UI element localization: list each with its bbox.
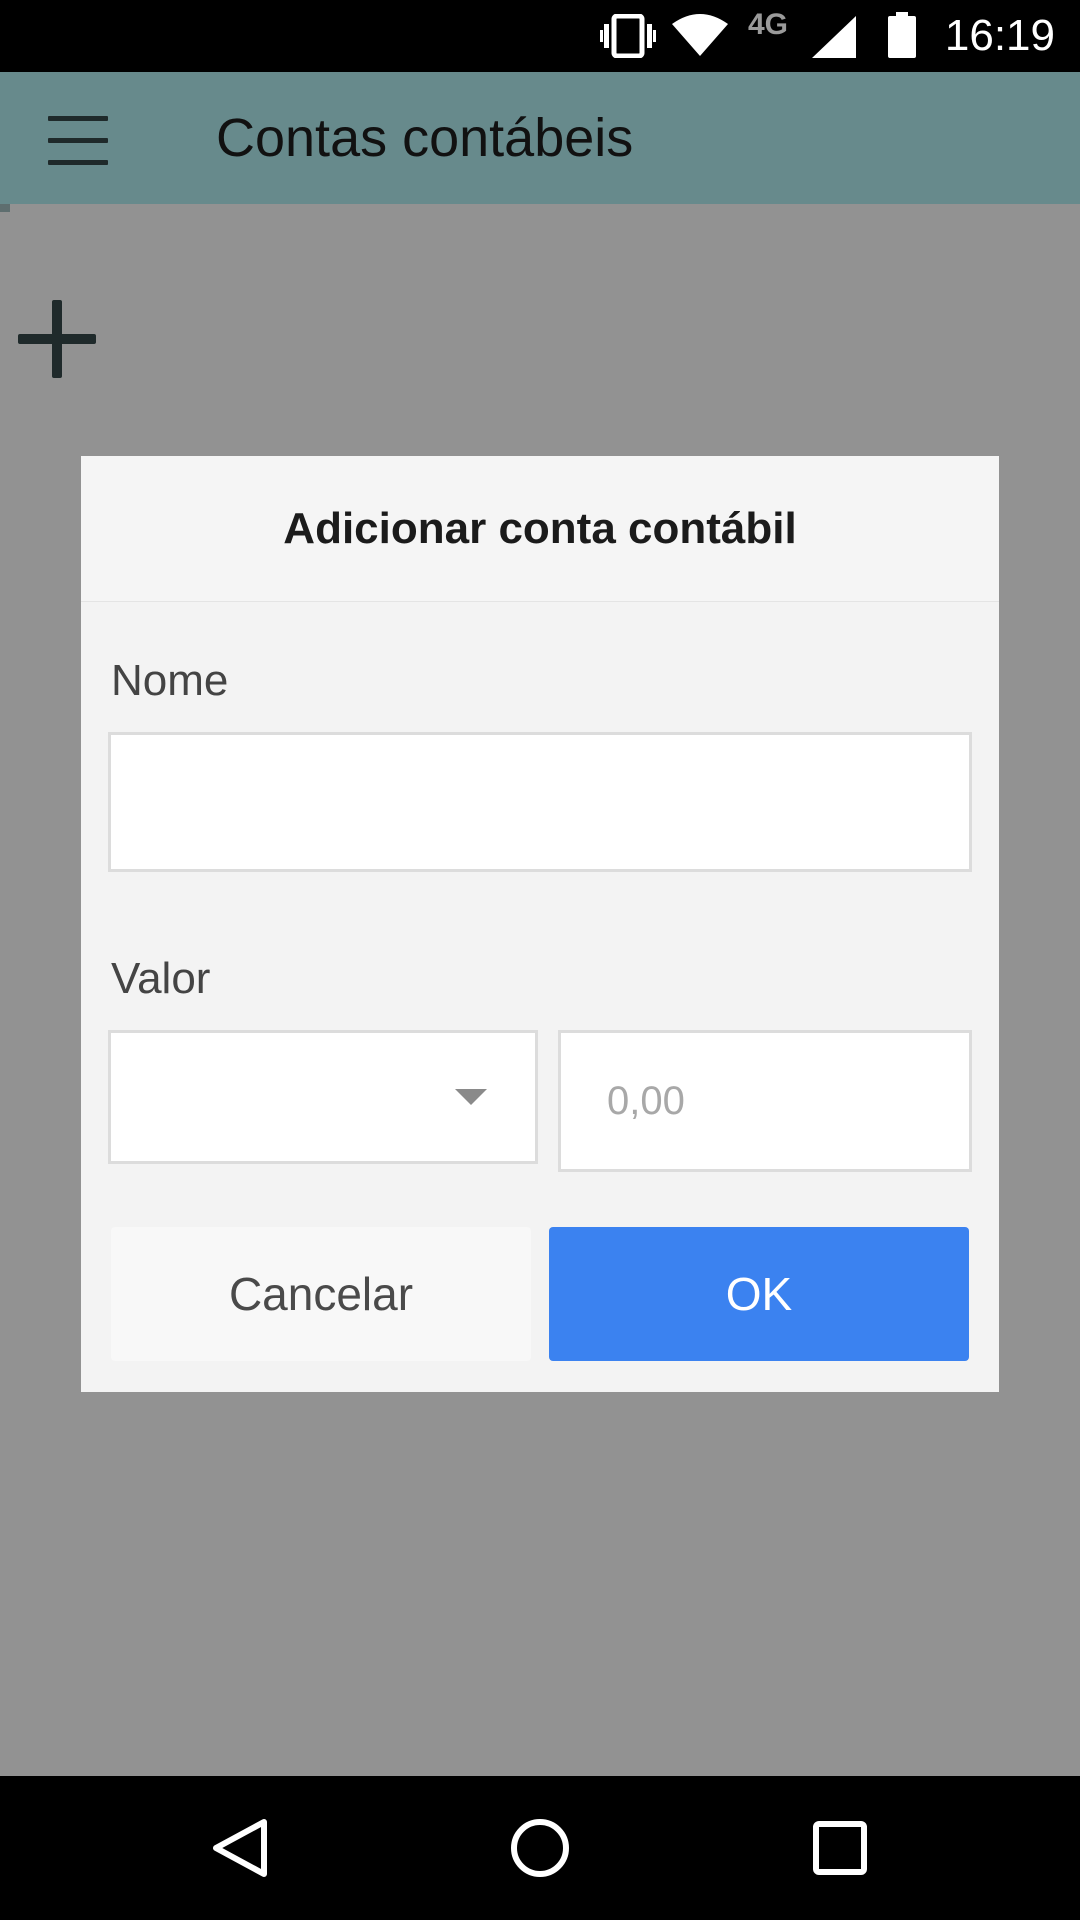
add-account-dialog: Adicionar conta contábil Nome Valor Canc… [81,456,999,1392]
status-time: 16:19 [944,11,1055,60]
navigation-bar [0,1776,1080,1920]
app-bar: Contas contábeis [0,72,1080,204]
back-icon[interactable] [208,1816,272,1880]
ok-button[interactable]: OK [549,1227,969,1361]
name-input[interactable] [108,732,972,872]
screen: 4G 16:19 Contas contábeis Adicionar cont… [0,0,1080,1920]
app-bar-edge [0,204,10,212]
wifi-icon [672,14,728,56]
cell-signal-icon [812,16,856,58]
name-label: Nome [111,656,229,705]
value-label: Valor [111,954,211,1003]
status-bar: 4G 16:19 [0,0,1080,72]
dialog-header: Adicionar conta contábil [81,456,999,602]
recents-icon[interactable] [808,1816,872,1880]
amount-input[interactable] [558,1030,972,1172]
hamburger-menu-icon[interactable] [40,112,116,168]
dialog-title: Adicionar conta contábil [283,503,797,553]
cancel-button[interactable]: Cancelar [111,1227,531,1361]
battery-icon [888,12,916,58]
vibrate-icon [600,14,656,58]
home-icon[interactable] [508,1816,572,1880]
network-type-label: 4G [748,8,789,41]
chevron-down-icon [455,1089,487,1105]
plus-icon[interactable] [18,300,96,378]
currency-select[interactable] [108,1030,538,1164]
page-title: Contas contábeis [216,108,634,168]
